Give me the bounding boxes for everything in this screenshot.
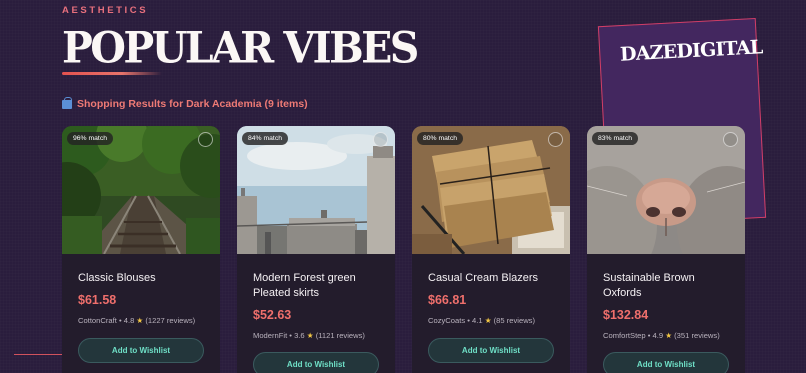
product-card[interactable]: 96% match Classic Blouses $61.58 CottonC… (62, 126, 220, 373)
favorite-toggle-icon[interactable] (548, 132, 563, 147)
seller-name: CozyCoats (428, 316, 466, 325)
add-to-wishlist-button[interactable]: Add to Wishlist (78, 338, 204, 363)
product-name: Modern Forest green Pleated skirts (253, 272, 356, 299)
title-underline (62, 72, 162, 75)
add-to-wishlist-button[interactable]: Add to Wishlist (603, 352, 729, 373)
match-badge: 84% match (242, 132, 289, 145)
rating-value: 4.1 (472, 316, 483, 325)
match-badge: 80% match (417, 132, 464, 145)
results-heading: Shopping Results for Dark Academia (9 it… (62, 96, 308, 110)
product-card[interactable]: 83% match Sustainable Brown Oxfords $132… (587, 126, 745, 373)
match-badge: 96% match (67, 132, 114, 145)
star-icon: ★ (306, 331, 314, 340)
product-price: $132.84 (603, 308, 649, 322)
results-label: Shopping Results for Dark Academia (9 it… (77, 98, 308, 110)
product-image[interactable]: 96% match (62, 126, 220, 254)
review-count: (1227 reviews) (145, 316, 196, 325)
product-meta: ComfortStep • 4.9 ★ (351 reviews) (603, 331, 720, 340)
product-image[interactable]: 80% match (412, 126, 570, 254)
rating-value: 3.6 (294, 331, 305, 340)
star-icon: ★ (136, 316, 144, 325)
product-price: $61.58 (78, 293, 117, 307)
review-count: (1121 reviews) (315, 331, 365, 340)
product-meta: ModernFit • 3.6 ★ (1121 reviews) (253, 331, 365, 340)
favorite-toggle-icon[interactable] (198, 132, 213, 147)
eyebrow-label: AESTHETICS (62, 5, 149, 16)
product-image[interactable]: 84% match (237, 126, 395, 254)
product-image[interactable]: 83% match (587, 126, 745, 254)
product-name: Classic Blouses (78, 272, 156, 284)
page-title: POPULAR VIBES (62, 22, 419, 74)
rating-value: 4.8 (123, 316, 135, 325)
review-count: (85 reviews) (493, 316, 536, 325)
product-meta: CottonCraft • 4.8 ★ (1227 reviews) (78, 316, 196, 325)
product-card[interactable]: 80% match Casual Cream Blazers $66.81 Co… (412, 126, 570, 373)
product-price: $52.63 (253, 308, 292, 322)
product-name: Sustainable Brown Oxfords (603, 272, 695, 299)
add-to-wishlist-button[interactable]: Add to Wishlist (253, 352, 379, 373)
seller-name: ComfortStep (603, 331, 646, 340)
product-meta: CozyCoats • 4.1 ★ (85 reviews) (428, 316, 536, 325)
product-price: $66.81 (428, 293, 467, 307)
product-card[interactable]: 84% match Modern Forest green Pleated sk… (237, 126, 395, 373)
product-name: Casual Cream Blazers (428, 272, 539, 284)
match-badge: 83% match (592, 132, 639, 145)
star-icon: ★ (665, 331, 673, 340)
rating-value: 4.9 (652, 331, 664, 340)
shopping-bag-icon (62, 96, 72, 109)
seller-name: CottonCraft (78, 316, 117, 325)
star-icon: ★ (484, 316, 492, 325)
seller-name: ModernFit (253, 331, 288, 340)
add-to-wishlist-button[interactable]: Add to Wishlist (428, 338, 554, 363)
favorite-toggle-icon[interactable] (373, 132, 388, 147)
favorite-toggle-icon[interactable] (723, 132, 738, 147)
side-accent-line (14, 354, 62, 355)
review-count: (351 reviews) (674, 331, 720, 340)
